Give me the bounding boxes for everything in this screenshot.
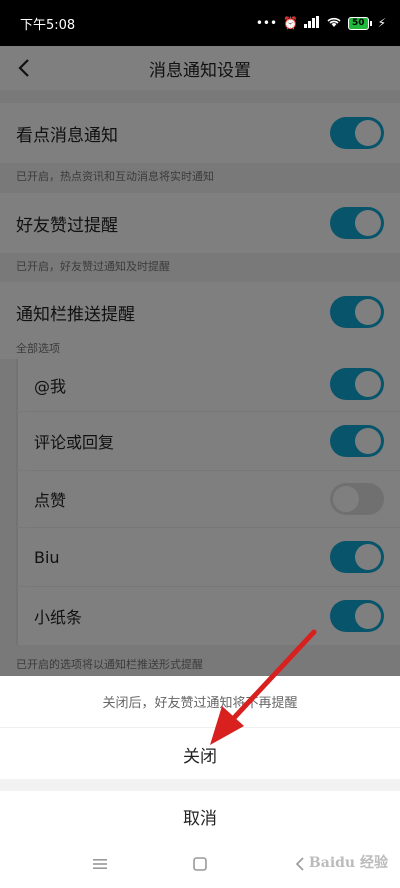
charging-icon: ⚡	[377, 16, 386, 30]
setting-kandian-row: 看点消息通知	[0, 103, 400, 163]
setting-friend-like-label: 好友赞过提醒	[16, 215, 118, 236]
sheet-gap	[0, 779, 400, 791]
option-label-note: 小纸条	[34, 608, 83, 627]
wifi-icon	[326, 16, 342, 31]
option-row-note: 小纸条	[16, 587, 400, 645]
friend-like-toggle[interactable]	[330, 207, 384, 239]
option-row-at-me: @我	[16, 359, 400, 411]
more-dots-icon: •••	[255, 16, 278, 30]
home-icon[interactable]	[190, 854, 210, 874]
back-arrow-icon[interactable]	[10, 54, 38, 82]
watermark-logo: Baidu 经验	[308, 855, 388, 871]
kandian-hint: 已开启，热点资讯和互动消息将实时通知	[16, 170, 214, 183]
option-label-biu: Biu	[34, 547, 60, 567]
sheet-message: 关闭后，好友赞过通知将不再提醒	[0, 676, 400, 728]
push-footer-hint: 已开启的选项将以通知栏推送形式提醒	[16, 658, 203, 671]
at-me-toggle[interactable]	[330, 368, 384, 400]
alarm-icon: ⏰	[283, 16, 299, 30]
setting-friend-like-row: 好友赞过提醒	[0, 193, 400, 253]
setting-kandian-label: 看点消息通知	[16, 125, 118, 146]
setting-push-label: 通知栏推送提醒	[16, 304, 135, 325]
status-bar: 下午5:08 ••• ⏰ 50 ⚡	[0, 0, 400, 46]
option-row-like: 点赞	[16, 471, 400, 527]
kandian-toggle[interactable]	[330, 117, 384, 149]
option-label-at-me: @我	[34, 377, 67, 396]
status-time: 下午5:08	[20, 17, 76, 33]
cancel-button[interactable]: 取消	[0, 791, 400, 841]
back-nav-icon[interactable]	[290, 854, 310, 874]
battery-level: 50	[348, 16, 369, 30]
title-bar: 消息通知设置	[0, 46, 400, 90]
biu-toggle[interactable]	[330, 541, 384, 573]
option-label-like: 点赞	[34, 491, 67, 510]
option-row-comment: 评论或回复	[16, 412, 400, 470]
page-title: 消息通知设置	[149, 60, 251, 81]
menu-icon[interactable]	[90, 854, 110, 874]
comment-toggle[interactable]	[330, 425, 384, 457]
signal-icon	[304, 15, 320, 31]
like-toggle[interactable]	[330, 483, 384, 515]
push-toggle[interactable]	[330, 296, 384, 328]
note-toggle[interactable]	[330, 600, 384, 632]
all-options-label: 全部选项	[16, 342, 60, 355]
close-button[interactable]: 关闭	[0, 729, 400, 779]
option-label-comment: 评论或回复	[34, 433, 115, 452]
battery-icon: 50	[348, 16, 372, 30]
setting-push-row: 通知栏推送提醒	[0, 282, 400, 342]
status-icons: ••• ⏰ 50 ⚡	[255, 15, 386, 31]
friend-like-hint: 已开启，好友赞过通知及时提醒	[16, 260, 170, 273]
all-options-row: 全部选项	[0, 337, 400, 359]
option-row-biu: Biu	[16, 528, 400, 586]
